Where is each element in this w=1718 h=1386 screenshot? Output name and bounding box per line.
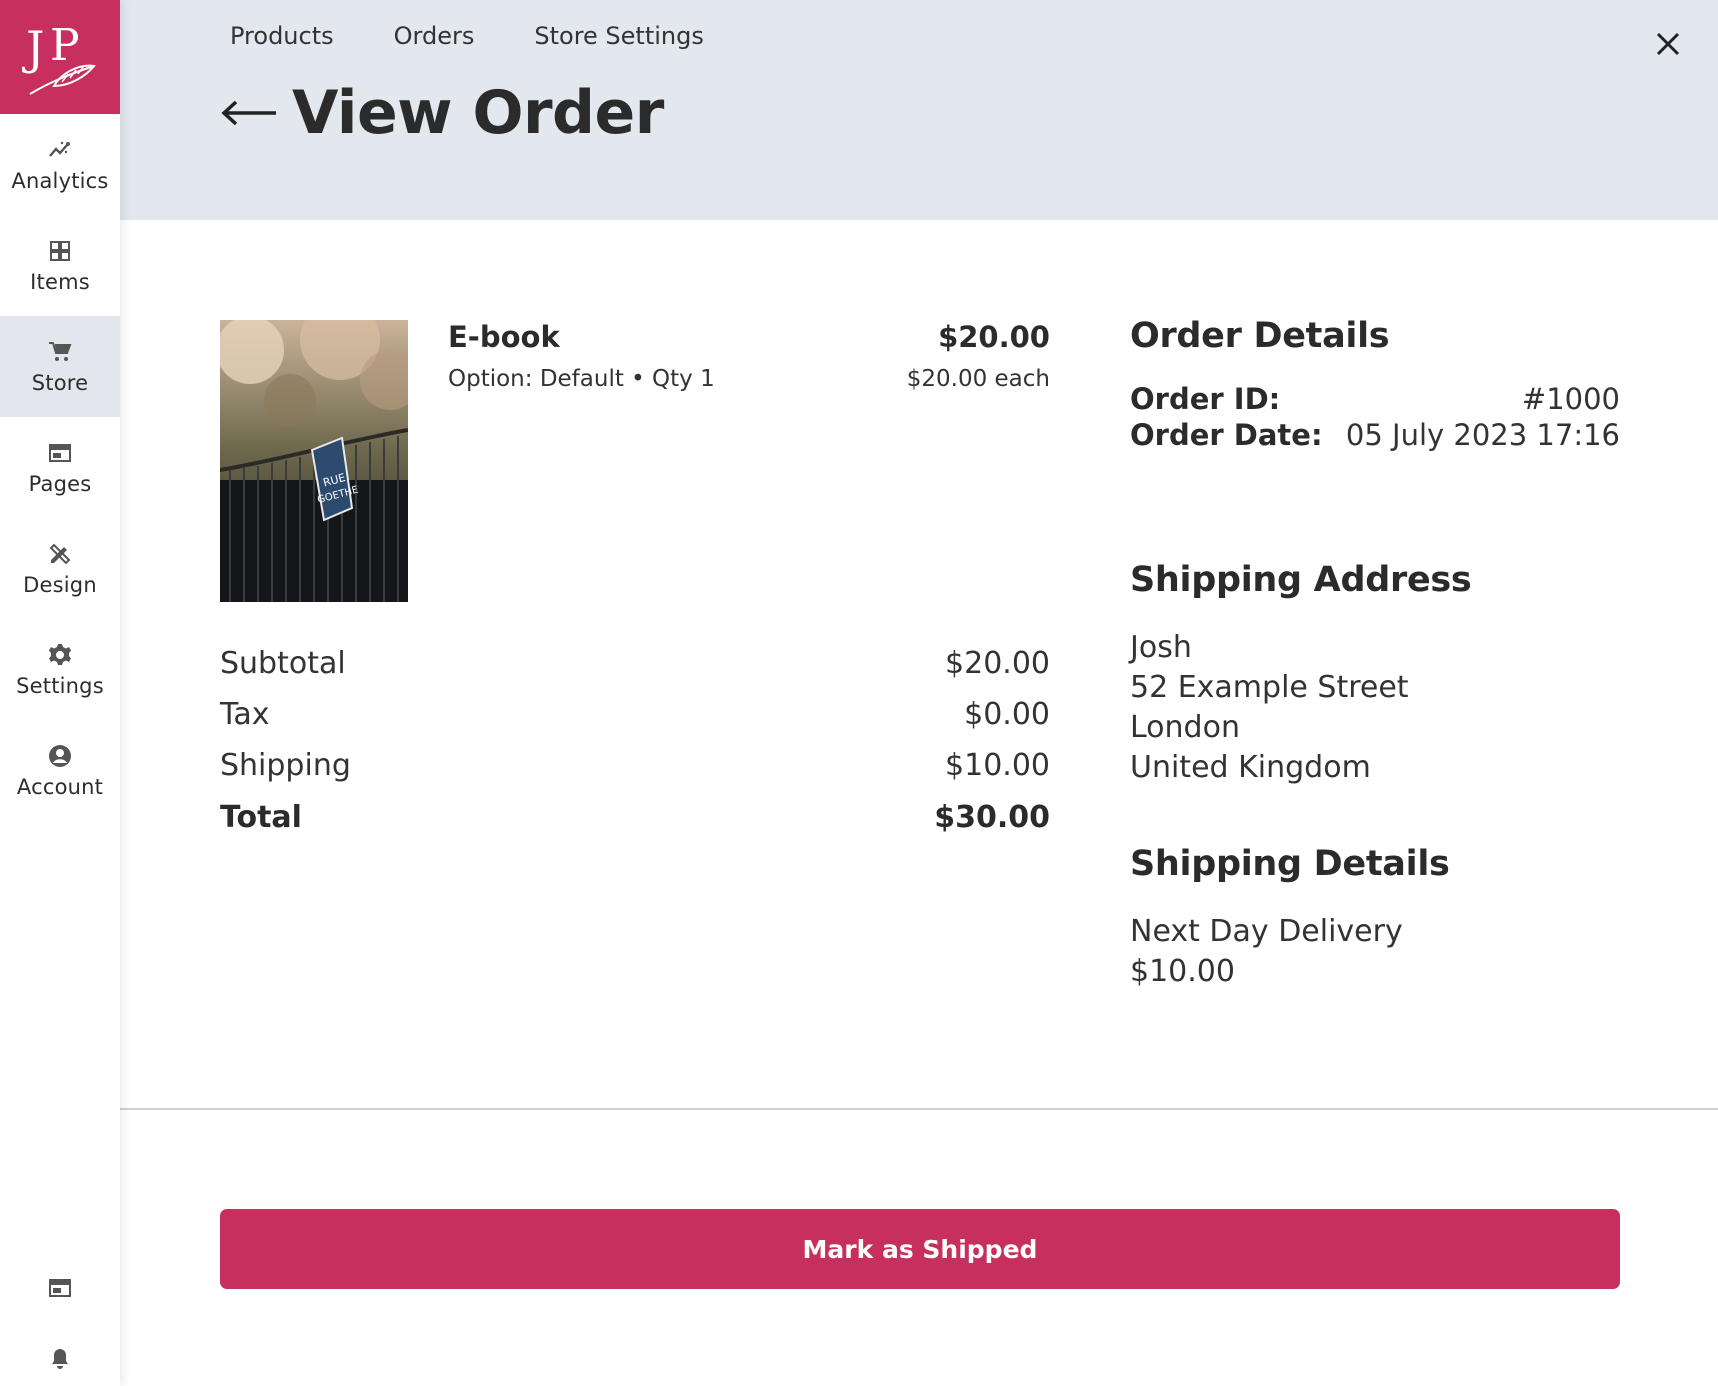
product-price: $20.00	[938, 320, 1050, 354]
order-details-section: Order Details Order ID: #1000 Order Date…	[1130, 316, 1620, 452]
shipping-details-section: Shipping Details Next Day Delivery $10.0…	[1130, 844, 1620, 992]
analytics-icon	[47, 137, 73, 163]
shipping-details-block: Next Day Delivery $10.00	[1130, 912, 1620, 992]
order-id-label: Order ID:	[1130, 382, 1281, 416]
brand-logo[interactable]: J P	[0, 0, 120, 114]
address-city: London	[1130, 710, 1240, 745]
sidebar: J P Analytics Items Store Pages Design S…	[0, 0, 120, 1386]
order-content: RUE GOETHE E-book Option: Default • Qty …	[120, 220, 1718, 1386]
tab-orders[interactable]: Orders	[394, 22, 475, 50]
shipping-address-section: Shipping Address Josh 52 Example Street …	[1130, 560, 1620, 788]
sidebar-item-settings[interactable]: Settings	[0, 619, 120, 720]
shipping-cost: $10.00	[1130, 954, 1235, 989]
bell-icon	[52, 1349, 68, 1369]
order-date-value: 05 July 2023 17:16	[1345, 418, 1620, 452]
svg-text:J: J	[22, 21, 44, 75]
arrow-left-icon	[221, 100, 276, 126]
tax-row: Tax $0.00	[220, 697, 1050, 732]
sidebar-item-items[interactable]: Items	[0, 215, 120, 316]
account-icon	[47, 743, 73, 769]
shipping-method: Next Day Delivery	[1130, 914, 1403, 949]
product-meta: Option: Default • Qty 1	[448, 366, 715, 392]
gear-icon	[47, 642, 73, 668]
product-name: E-book	[448, 320, 560, 354]
order-id-row: Order ID: #1000	[1130, 382, 1620, 416]
cart-icon	[47, 339, 73, 365]
close-icon	[1656, 32, 1680, 56]
subtotal-row: Subtotal $20.00	[220, 646, 1050, 681]
pages-icon	[47, 440, 73, 466]
close-button[interactable]	[1650, 26, 1686, 62]
subtotal-value: $20.00	[945, 646, 1050, 681]
back-button[interactable]	[220, 93, 280, 133]
sidebar-item-label: Analytics	[11, 168, 109, 193]
sidebar-item-label: Account	[16, 774, 104, 799]
sidebar-item-design[interactable]: Design	[0, 518, 120, 619]
subtotal-label: Subtotal	[220, 646, 346, 681]
address-name: Josh	[1130, 630, 1192, 665]
total-row: Total $30.00	[220, 800, 1050, 835]
sidebar-item-label: Design	[23, 572, 97, 597]
order-id-value: #1000	[1521, 382, 1620, 416]
shipping-label: Shipping	[220, 748, 351, 783]
shipping-value: $10.00	[945, 748, 1050, 783]
shipping-details-title: Shipping Details	[1130, 844, 1450, 884]
shipping-row: Shipping $10.00	[220, 748, 1050, 783]
page-header: Products Orders Store Settings View Orde…	[120, 0, 1718, 220]
shipping-address-title: Shipping Address	[1130, 560, 1472, 600]
address-country: United Kingdom	[1130, 750, 1371, 785]
sidebar-item-label: Pages	[28, 471, 92, 496]
product-image-icon: RUE GOETHE	[220, 320, 408, 602]
sidebar-item-pages[interactable]: Pages	[0, 417, 120, 518]
tab-products[interactable]: Products	[230, 22, 334, 50]
product-thumbnail[interactable]: RUE GOETHE	[220, 320, 408, 602]
sidebar-item-label: Items	[30, 269, 90, 294]
tax-value: $0.00	[964, 697, 1050, 732]
sidebar-item-store[interactable]: Store	[0, 316, 120, 417]
address-block: Josh 52 Example Street London United Kin…	[1130, 628, 1620, 788]
divider	[120, 1108, 1718, 1110]
total-label: Total	[220, 800, 302, 835]
total-value: $30.00	[934, 800, 1050, 835]
title-row: View Order	[220, 78, 664, 148]
sidebar-item-label: Settings	[16, 673, 104, 698]
product-unit-price: $20.00 each	[906, 366, 1050, 392]
jp-feather-logo-icon: J P	[22, 20, 96, 95]
sidebar-item-account[interactable]: Account	[0, 720, 120, 821]
grid-icon	[47, 238, 73, 264]
sidebar-preview-button[interactable]	[0, 1276, 120, 1300]
sidebar-item-analytics[interactable]: Analytics	[0, 114, 120, 215]
sidebar-item-label: Store	[31, 370, 89, 395]
tax-label: Tax	[220, 697, 270, 732]
order-date-label: Order Date:	[1130, 418, 1323, 452]
notifications-button[interactable]	[0, 1347, 120, 1371]
mark-as-shipped-button[interactable]: Mark as Shipped	[220, 1209, 1620, 1289]
design-tools-icon	[47, 541, 73, 567]
window-icon	[49, 1279, 71, 1297]
address-street: 52 Example Street	[1130, 670, 1409, 705]
tab-store-settings[interactable]: Store Settings	[534, 22, 704, 50]
top-tabs: Products Orders Store Settings	[230, 22, 764, 50]
page-title: View Order	[292, 78, 664, 148]
svg-text:P: P	[50, 20, 80, 71]
order-date-row: Order Date: 05 July 2023 17:16	[1130, 418, 1620, 452]
order-details-title: Order Details	[1130, 316, 1390, 356]
